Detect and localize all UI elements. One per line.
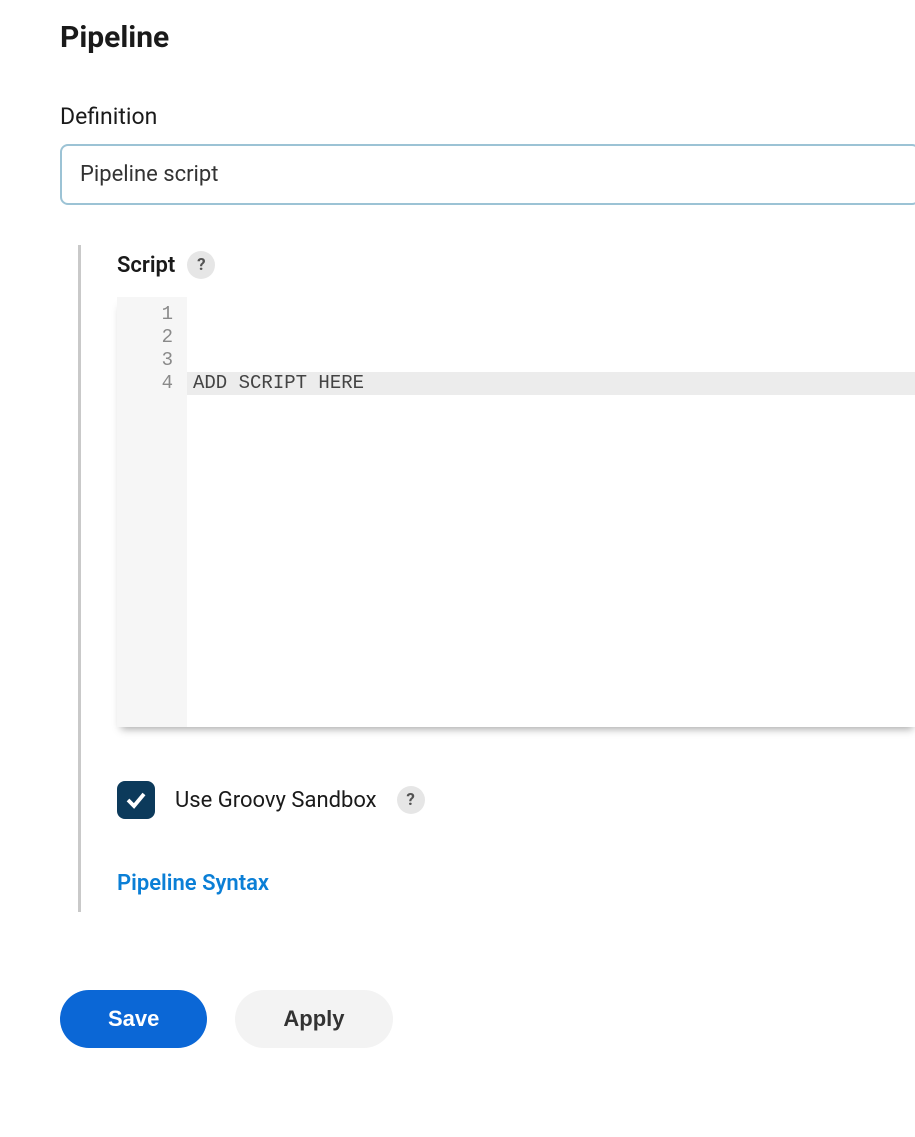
groovy-sandbox-checkbox[interactable] <box>117 781 155 819</box>
line-number: 2 <box>117 326 187 349</box>
code-line <box>187 349 915 372</box>
help-icon[interactable]: ? <box>187 251 215 279</box>
code-line: ADD SCRIPT HERE <box>187 372 915 395</box>
line-number: 4 <box>117 372 187 395</box>
line-number: 3 <box>117 349 187 372</box>
check-icon <box>124 788 148 812</box>
script-label: Script <box>117 253 175 278</box>
save-button[interactable]: Save <box>60 990 207 1048</box>
line-number: 1 <box>117 303 187 326</box>
script-section: Script ? 1 2 3 4 ADD SCRIPT HERE Use Gro… <box>78 245 915 912</box>
line-number-gutter: 1 2 3 4 <box>117 297 187 727</box>
code-line <box>187 326 915 349</box>
code-area[interactable]: ADD SCRIPT HERE <box>187 297 915 727</box>
page-title: Pipeline <box>60 20 915 55</box>
apply-button[interactable]: Apply <box>235 990 392 1048</box>
definition-select[interactable]: Pipeline script <box>60 144 915 205</box>
help-icon[interactable]: ? <box>397 786 425 814</box>
code-line <box>187 303 915 326</box>
definition-label: Definition <box>60 103 915 130</box>
groovy-sandbox-label: Use Groovy Sandbox <box>175 788 377 813</box>
script-editor[interactable]: 1 2 3 4 ADD SCRIPT HERE <box>117 297 915 727</box>
pipeline-syntax-link[interactable]: Pipeline Syntax <box>117 871 915 896</box>
